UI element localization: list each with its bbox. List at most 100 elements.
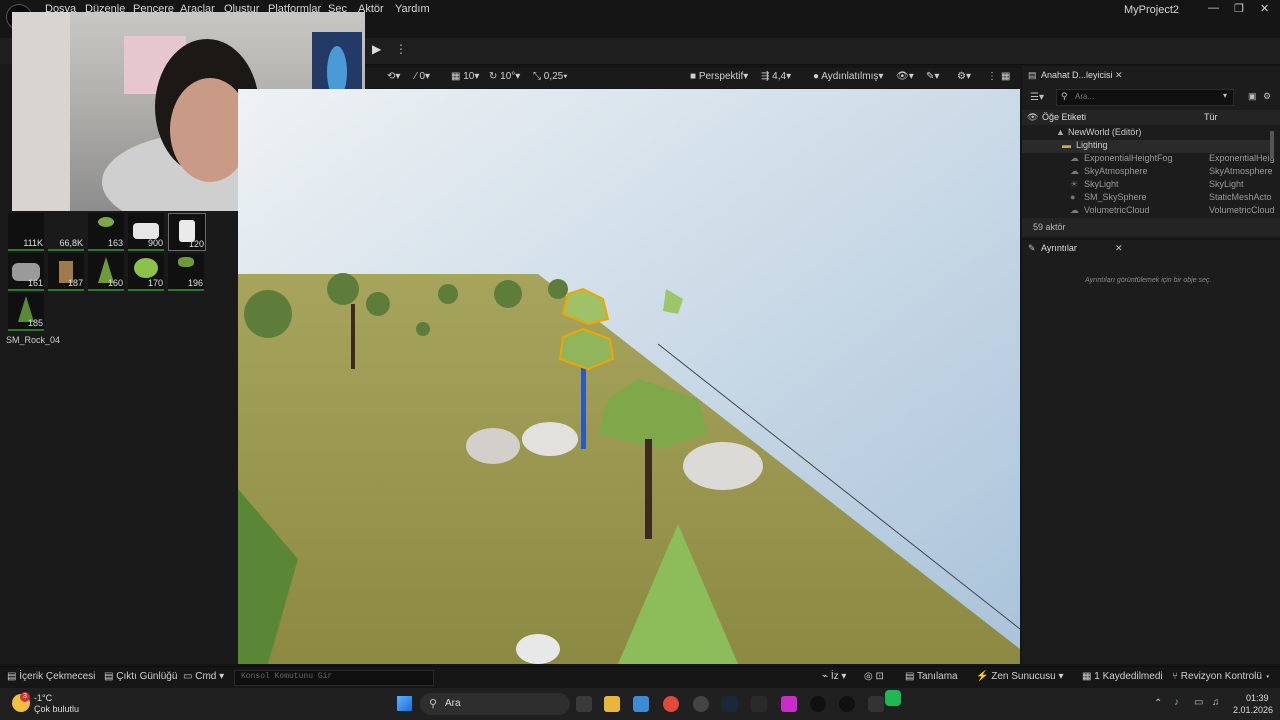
unreal-engine-icon[interactable]	[810, 696, 826, 712]
lighting-dropdown[interactable]: ● Aydınlatılmış▾	[813, 71, 883, 82]
asset-count: 160	[107, 278, 123, 288]
settings-gear-icon[interactable]: ⚙▾	[957, 71, 971, 82]
camera-speed-dropdown[interactable]: ⇶ 4,4▾	[761, 71, 791, 82]
asset-count: 185	[27, 318, 43, 328]
clock-date[interactable]: 2.01.2026	[1233, 705, 1273, 715]
camera-icon[interactable]: ◎ ⊡	[864, 671, 884, 682]
menu-help[interactable]: Yardım	[395, 3, 430, 15]
play-icon[interactable]: ▶	[372, 42, 381, 56]
asset-count: 161	[27, 278, 43, 288]
revision-control-dropdown[interactable]: ⑂ Revizyon Kontrolü ▾	[1172, 671, 1271, 682]
network-icon[interactable]: ▭	[1194, 697, 1203, 708]
viewport-options-icon[interactable]: ⋮	[987, 71, 997, 82]
close-tab-icon[interactable]: ✕	[1115, 70, 1123, 81]
table-row[interactable]: ☁ SkyAtmosphere SkyAtmosphere	[1022, 166, 1273, 179]
details-tab-title[interactable]: Ayrıntılar	[1041, 243, 1077, 253]
outliner-header: 👁 Öğe Etiketi Tür	[1022, 110, 1280, 125]
weather-text: Çok bulutlu	[34, 704, 80, 714]
media-app-icon[interactable]	[781, 696, 797, 712]
obs-icon[interactable]	[885, 690, 901, 706]
table-row[interactable]: ☀ SkyLight SkyLight	[1022, 179, 1272, 192]
filter-icon[interactable]: ☰▾	[1030, 92, 1044, 103]
asset-count: 900	[147, 238, 163, 248]
asset-tile[interactable]: 161	[8, 253, 44, 291]
clock-time[interactable]: 01:39	[1246, 693, 1269, 703]
unsaved-button[interactable]: ▦ 1 Kaydedilmedi	[1082, 671, 1163, 682]
app-icon[interactable]	[868, 696, 884, 712]
console-input[interactable]: Konsol Komutunu Gir	[234, 670, 434, 686]
tree-row-world[interactable]: ▲ NewWorld (Editör)	[1022, 127, 1272, 140]
unsaved-label: 1 Kaydedilmedi	[1094, 671, 1163, 682]
epic-games-icon[interactable]	[751, 696, 767, 712]
asset-tile[interactable]: 196	[168, 253, 204, 291]
volume-icon[interactable]: ♫	[1212, 697, 1220, 708]
asset-tile[interactable]: 187	[48, 253, 84, 291]
tray-chevron-icon[interactable]: ⌃	[1154, 698, 1162, 709]
view-mode-value: Perspektif	[698, 71, 744, 82]
chrome-icon[interactable]	[663, 696, 679, 712]
grid-snap-dropdown[interactable]: ▦ 10▾	[451, 71, 479, 82]
asset-tile[interactable]: 111K	[8, 213, 44, 251]
folder-icon: ▬	[1062, 140, 1071, 150]
cmd-dropdown[interactable]: ▭ Cmd ▾	[183, 671, 224, 682]
chevron-down-icon[interactable]: ▾	[1223, 91, 1227, 100]
windows-start-icon[interactable]	[397, 696, 412, 711]
tree-row-folder[interactable]: ▬ Lighting	[1022, 140, 1272, 153]
asset-tile[interactable]: 66,8K	[48, 213, 84, 251]
trace-dropdown[interactable]: ⌁ İz ▾	[822, 671, 846, 682]
outliner-tab-title[interactable]: Anahat D...leyicisi	[1041, 70, 1113, 80]
asset-count: 120	[188, 239, 204, 249]
asset-count: 66,8K	[59, 238, 83, 248]
rotation-snap-dropdown[interactable]: ↻ 10°▾	[489, 71, 520, 82]
asset-tile[interactable]: 185	[8, 293, 44, 331]
world-icon: ▲	[1056, 127, 1065, 137]
asset-tile[interactable]: 163	[88, 213, 124, 251]
diagnostics-label: Tanılama	[917, 671, 958, 682]
mic-icon[interactable]: ♪	[1174, 697, 1179, 708]
scale-snap-dropdown[interactable]: ⤡ 0,25▾	[533, 71, 567, 82]
transform-mode-icon[interactable]: ⟲▾	[387, 71, 400, 82]
minimize-icon[interactable]: —	[1208, 2, 1219, 14]
show-flags-icon[interactable]: 👁▾	[896, 71, 914, 82]
realtime-icon[interactable]: ✎▾	[926, 71, 939, 82]
table-row[interactable]: ● SM_SkySphere StaticMeshActo	[1022, 192, 1272, 205]
grid-rotation-dropdown[interactable]: ⁄ 0▾	[415, 71, 430, 82]
maximize-icon[interactable]: ❐	[1234, 2, 1244, 15]
layout-icon[interactable]: ▦	[1001, 71, 1010, 82]
outliner-search-input[interactable]: ⚲ Ara... ▾	[1056, 89, 1234, 106]
zen-server-dropdown[interactable]: ⚡ Zen Sunucusu ▾	[976, 671, 1064, 682]
steam-icon[interactable]	[722, 696, 738, 712]
visibility-eye-icon[interactable]: 👁	[1027, 112, 1038, 123]
column-type[interactable]: Tür	[1204, 112, 1218, 122]
view-mode-dropdown[interactable]: ■ Perspektif▾	[690, 71, 748, 82]
project-title: MyProject2	[1124, 4, 1180, 16]
close-icon[interactable]: ✕	[1260, 2, 1269, 15]
file-explorer-icon[interactable]	[604, 696, 620, 712]
revision-label: Revizyon Kontrolü	[1180, 671, 1262, 682]
asset-tile[interactable]: 120	[168, 213, 206, 251]
close-tab-icon[interactable]: ✕	[1115, 243, 1123, 254]
rotation-snap-value: 10°	[500, 71, 516, 82]
output-log-button[interactable]: ▤ Çıktı Günlüğü	[104, 671, 177, 682]
column-label[interactable]: Öğe Etiketi	[1042, 112, 1086, 122]
more-options-icon[interactable]: ⋮	[395, 42, 407, 56]
asset-tile[interactable]: 170	[128, 253, 164, 291]
outliner-scrollbar[interactable]	[1270, 131, 1274, 159]
level-viewport[interactable]	[238, 89, 1020, 664]
table-row[interactable]: ☁ VolumetricCloud VolumetricCloud	[1022, 205, 1275, 218]
unreal-engine-icon-2[interactable]	[839, 696, 855, 712]
taskbar-search[interactable]: ⚲ Ara	[420, 693, 570, 715]
zen-label: Zen Sunucusu	[991, 671, 1056, 682]
task-view-icon[interactable]	[576, 696, 592, 712]
asset-tile[interactable]: 160	[88, 253, 124, 291]
scale-snap-value: 0,25	[543, 71, 564, 82]
content-drawer-label: İçerik Çekmecesi	[19, 671, 96, 682]
github-icon[interactable]	[693, 696, 709, 712]
content-drawer-button[interactable]: ▤ İçerik Çekmecesi	[7, 671, 95, 682]
add-folder-icon[interactable]: ▣	[1248, 91, 1257, 102]
diagnostics-button[interactable]: ▤ Tanılama	[905, 671, 958, 682]
asset-tile[interactable]: 900	[128, 213, 164, 251]
table-row[interactable]: ☁ ExponentialHeightFog ExponentialHeig	[1022, 153, 1275, 166]
settings-gear-icon[interactable]: ⚙	[1263, 91, 1271, 102]
store-icon[interactable]	[633, 696, 649, 712]
